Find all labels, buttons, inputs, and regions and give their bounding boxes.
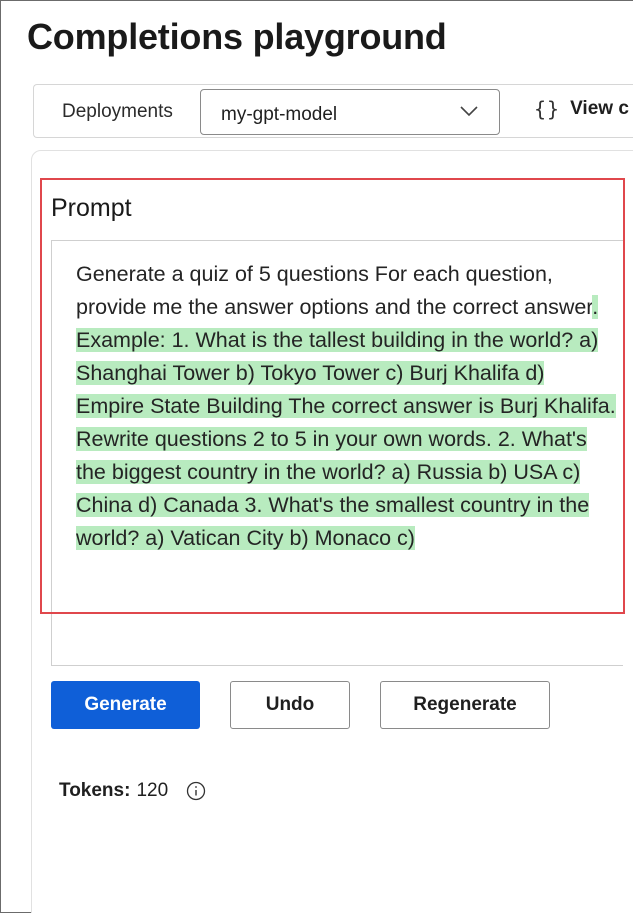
prompt-highlight-box xyxy=(40,178,625,614)
prompt-heading: Prompt xyxy=(51,194,132,222)
tokens-label: Tokens: xyxy=(59,780,131,801)
chevron-down-icon xyxy=(460,106,478,117)
view-code-button[interactable]: {} View c xyxy=(534,97,629,121)
regenerate-button[interactable]: Regenerate xyxy=(380,681,550,729)
deployment-toolbar: Deployments my-gpt-model {} View c xyxy=(33,84,633,138)
info-icon[interactable] xyxy=(186,781,206,801)
deployment-select[interactable]: my-gpt-model xyxy=(200,89,500,135)
view-code-label: View c xyxy=(570,98,629,119)
curly-braces-icon: {} xyxy=(534,97,561,121)
deployments-label: Deployments xyxy=(62,101,173,122)
deployment-selected-value: my-gpt-model xyxy=(221,104,338,125)
page-title: Completions playground xyxy=(27,16,447,57)
token-count: Tokens: 120 xyxy=(59,780,206,802)
tokens-value: 120 xyxy=(136,780,169,801)
generate-button[interactable]: Generate xyxy=(51,681,200,729)
undo-button[interactable]: Undo xyxy=(230,681,350,729)
